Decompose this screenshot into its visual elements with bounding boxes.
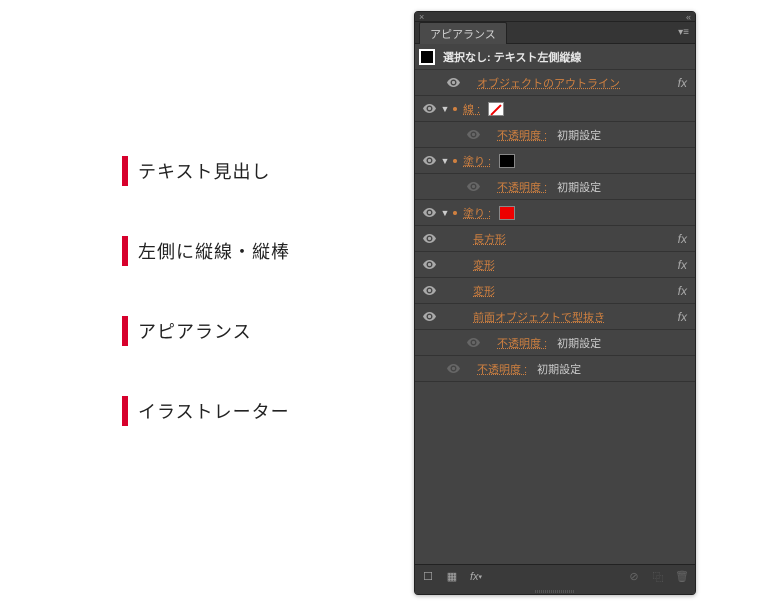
effect-label[interactable]: 長方形 bbox=[473, 231, 506, 247]
fill-row-black[interactable]: ▼ 塗り : bbox=[415, 148, 695, 174]
visibility-icon[interactable] bbox=[463, 182, 483, 191]
visibility-icon[interactable] bbox=[463, 130, 483, 139]
visibility-icon[interactable] bbox=[419, 286, 439, 295]
effect-row-outline[interactable]: オブジェクトのアウトライン fx bbox=[415, 70, 695, 96]
object-opacity-row[interactable]: 不透明度 : 初期設定 bbox=[415, 356, 695, 382]
visibility-icon[interactable] bbox=[419, 260, 439, 269]
opacity-value: 初期設定 bbox=[557, 127, 601, 143]
stroke-label[interactable]: 線 : bbox=[463, 101, 480, 117]
opacity-label[interactable]: 不透明度 : bbox=[497, 179, 547, 195]
resize-grip[interactable] bbox=[415, 588, 695, 594]
bullet-icon bbox=[453, 107, 457, 111]
effect-row-rectangle[interactable]: 長方形 fx bbox=[415, 226, 695, 252]
clear-appearance-icon[interactable]: ⊘ bbox=[627, 570, 641, 584]
new-fill-icon[interactable]: ▦ bbox=[445, 570, 459, 584]
fill-row-red[interactable]: ▼ 塗り : bbox=[415, 200, 695, 226]
fill-swatch-black[interactable] bbox=[499, 154, 515, 168]
heading-item: イラストレーター bbox=[122, 396, 290, 426]
effect-label[interactable]: 前面オブジェクトで型抜き bbox=[473, 309, 605, 325]
new-stroke-icon[interactable]: ☐ bbox=[421, 570, 435, 584]
red-bar bbox=[122, 156, 128, 186]
effect-row-transform[interactable]: 変形 fx bbox=[415, 278, 695, 304]
opacity-label[interactable]: 不透明度 : bbox=[497, 335, 547, 351]
opacity-row[interactable]: 不透明度 : 初期設定 bbox=[415, 174, 695, 200]
opacity-row[interactable]: 不透明度 : 初期設定 bbox=[415, 122, 695, 148]
red-bar bbox=[122, 236, 128, 266]
disclosure-icon[interactable]: ▼ bbox=[439, 104, 451, 114]
selection-thumbnail bbox=[419, 49, 435, 65]
add-effect-icon[interactable]: fx▾ bbox=[469, 570, 483, 584]
panel-body: 選択なし: テキスト左側縦線 オブジェクトのアウトライン fx ▼ 線 : bbox=[415, 44, 695, 564]
opacity-row[interactable]: 不透明度 : 初期設定 bbox=[415, 330, 695, 356]
red-bar bbox=[122, 316, 128, 346]
opacity-value: 初期設定 bbox=[557, 335, 601, 351]
fill-label[interactable]: 塗り : bbox=[463, 205, 491, 221]
heading-item: テキスト見出し bbox=[122, 156, 290, 186]
fx-icon[interactable]: fx bbox=[678, 310, 687, 324]
fill-swatch-red[interactable] bbox=[499, 206, 515, 220]
disclosure-icon[interactable]: ▼ bbox=[439, 156, 451, 166]
effect-row-knockout[interactable]: 前面オブジェクトで型抜き fx bbox=[415, 304, 695, 330]
trash-icon[interactable]: 🗑 bbox=[675, 570, 689, 584]
bullet-icon bbox=[453, 211, 457, 215]
fill-label[interactable]: 塗り : bbox=[463, 153, 491, 169]
fx-icon[interactable]: fx bbox=[678, 258, 687, 272]
effect-label[interactable]: 変形 bbox=[473, 283, 495, 299]
opacity-label[interactable]: 不透明度 : bbox=[477, 361, 527, 377]
opacity-label[interactable]: 不透明度 : bbox=[497, 127, 547, 143]
effect-label[interactable]: オブジェクトのアウトライン bbox=[477, 75, 620, 91]
stroke-swatch-none[interactable] bbox=[488, 102, 504, 116]
bullet-icon bbox=[453, 159, 457, 163]
appearance-tab[interactable]: アピアランス bbox=[419, 22, 507, 44]
visibility-icon[interactable] bbox=[419, 104, 439, 113]
stroke-row[interactable]: ▼ 線 : bbox=[415, 96, 695, 122]
panel-menu-icon[interactable]: ▾≡ bbox=[678, 27, 689, 38]
opacity-value: 初期設定 bbox=[537, 361, 581, 377]
disclosure-icon[interactable]: ▼ bbox=[439, 208, 451, 218]
visibility-icon[interactable] bbox=[463, 338, 483, 347]
heading-item: アピアランス bbox=[122, 316, 290, 346]
visibility-icon[interactable] bbox=[419, 156, 439, 165]
heading-item: 左側に縦線・縦棒 bbox=[122, 236, 290, 266]
selection-title: 選択なし: テキスト左側縦線 bbox=[443, 49, 581, 65]
duplicate-icon[interactable]: ⿻ bbox=[651, 570, 665, 584]
panel-footer: ☐ ▦ fx▾ ⊘ ⿻ 🗑 bbox=[415, 564, 695, 588]
effect-label[interactable]: 変形 bbox=[473, 257, 495, 273]
selection-header-row: 選択なし: テキスト左側縦線 bbox=[415, 44, 695, 70]
panel-topbar: × « bbox=[415, 12, 695, 22]
heading-text: アピアランス bbox=[138, 318, 252, 344]
opacity-value: 初期設定 bbox=[557, 179, 601, 195]
visibility-icon[interactable] bbox=[419, 312, 439, 321]
visibility-icon[interactable] bbox=[419, 234, 439, 243]
collapse-icon[interactable]: « bbox=[686, 12, 691, 22]
visibility-icon[interactable] bbox=[443, 364, 463, 373]
visibility-icon[interactable] bbox=[419, 208, 439, 217]
visibility-icon[interactable] bbox=[443, 78, 463, 87]
fx-icon[interactable]: fx bbox=[678, 76, 687, 90]
red-bar bbox=[122, 396, 128, 426]
heading-text: イラストレーター bbox=[138, 398, 290, 424]
close-icon[interactable]: × bbox=[419, 12, 424, 22]
appearance-panel: × « アピアランス ▾≡ 選択なし: テキスト左側縦線 オブジェクトのアウトラ… bbox=[414, 11, 696, 595]
fx-icon[interactable]: fx bbox=[678, 284, 687, 298]
effect-row-transform[interactable]: 変形 fx bbox=[415, 252, 695, 278]
heading-text: 左側に縦線・縦棒 bbox=[138, 238, 290, 264]
fx-icon[interactable]: fx bbox=[678, 232, 687, 246]
heading-text: テキスト見出し bbox=[138, 158, 270, 184]
panel-tab-row: アピアランス ▾≡ bbox=[415, 22, 695, 44]
